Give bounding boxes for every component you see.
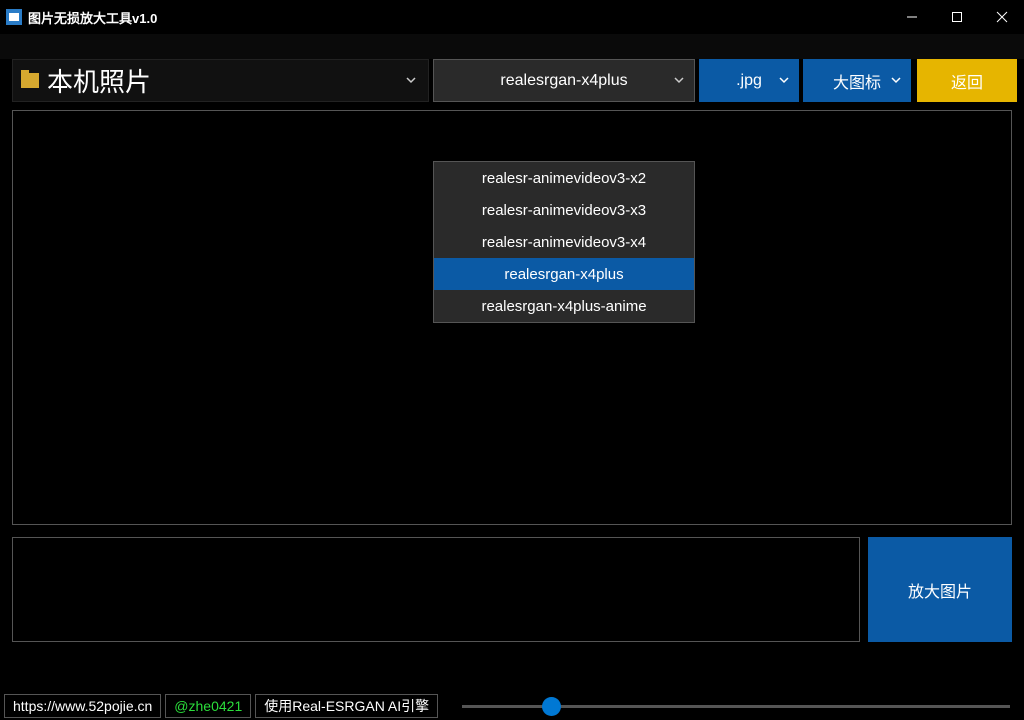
format-label: .jpg	[736, 72, 762, 90]
model-option[interactable]: realesr-animevideov3-x3	[434, 194, 694, 226]
model-option[interactable]: realesr-animevideov3-x4	[434, 226, 694, 258]
maximize-button[interactable]	[934, 0, 979, 34]
model-dropdown-list: realesr-animevideov3-x2realesr-animevide…	[433, 161, 695, 323]
model-dropdown[interactable]: realesrgan-x4plus	[433, 59, 695, 102]
model-option[interactable]: realesrgan-x4plus-anime	[434, 290, 694, 322]
enlarge-button[interactable]: 放大图片	[868, 537, 1012, 642]
toolbar-row: 本机照片 realesrgan-x4plus .jpg 大图标 返回	[0, 59, 1024, 102]
titlebar-left: 图片无损放大工具v1.0	[6, 8, 157, 27]
back-label: 返回	[951, 69, 983, 93]
view-label: 大图标	[833, 69, 881, 93]
app-icon	[6, 9, 22, 25]
view-dropdown[interactable]: 大图标	[803, 59, 911, 102]
chevron-down-icon	[779, 72, 789, 90]
source-label: 本机照片	[47, 62, 151, 99]
minimize-button[interactable]	[889, 0, 934, 34]
window-controls	[889, 0, 1024, 34]
model-option[interactable]: realesrgan-x4plus	[434, 258, 694, 290]
close-button[interactable]	[979, 0, 1024, 34]
window-title: 图片无损放大工具v1.0	[28, 8, 157, 27]
bottom-row: 放大图片	[12, 537, 1012, 642]
enlarge-label: 放大图片	[908, 578, 972, 602]
zoom-slider[interactable]	[442, 705, 1020, 708]
chevron-down-icon	[406, 72, 416, 90]
content: 本机照片 realesrgan-x4plus .jpg 大图标 返回 放大图片 …	[0, 59, 1024, 720]
titlebar: 图片无损放大工具v1.0	[0, 0, 1024, 34]
slider-thumb[interactable]	[542, 697, 561, 716]
model-label: realesrgan-x4plus	[500, 72, 627, 90]
model-option[interactable]: realesr-animevideov3-x2	[434, 162, 694, 194]
chevron-down-icon	[674, 72, 684, 90]
chevron-down-icon	[891, 72, 901, 90]
status-url[interactable]: https://www.52pojie.cn	[4, 694, 161, 718]
status-engine: 使用Real-ESRGAN AI引擎	[255, 694, 438, 718]
source-dropdown[interactable]: 本机照片	[12, 59, 429, 102]
back-button[interactable]: 返回	[917, 59, 1017, 102]
folder-icon	[21, 73, 39, 88]
status-author: @zhe0421	[165, 694, 251, 718]
slider-track	[462, 705, 1010, 708]
log-area	[12, 537, 860, 642]
format-dropdown[interactable]: .jpg	[699, 59, 799, 102]
statusbar: https://www.52pojie.cn @zhe0421 使用Real-E…	[0, 692, 1024, 720]
